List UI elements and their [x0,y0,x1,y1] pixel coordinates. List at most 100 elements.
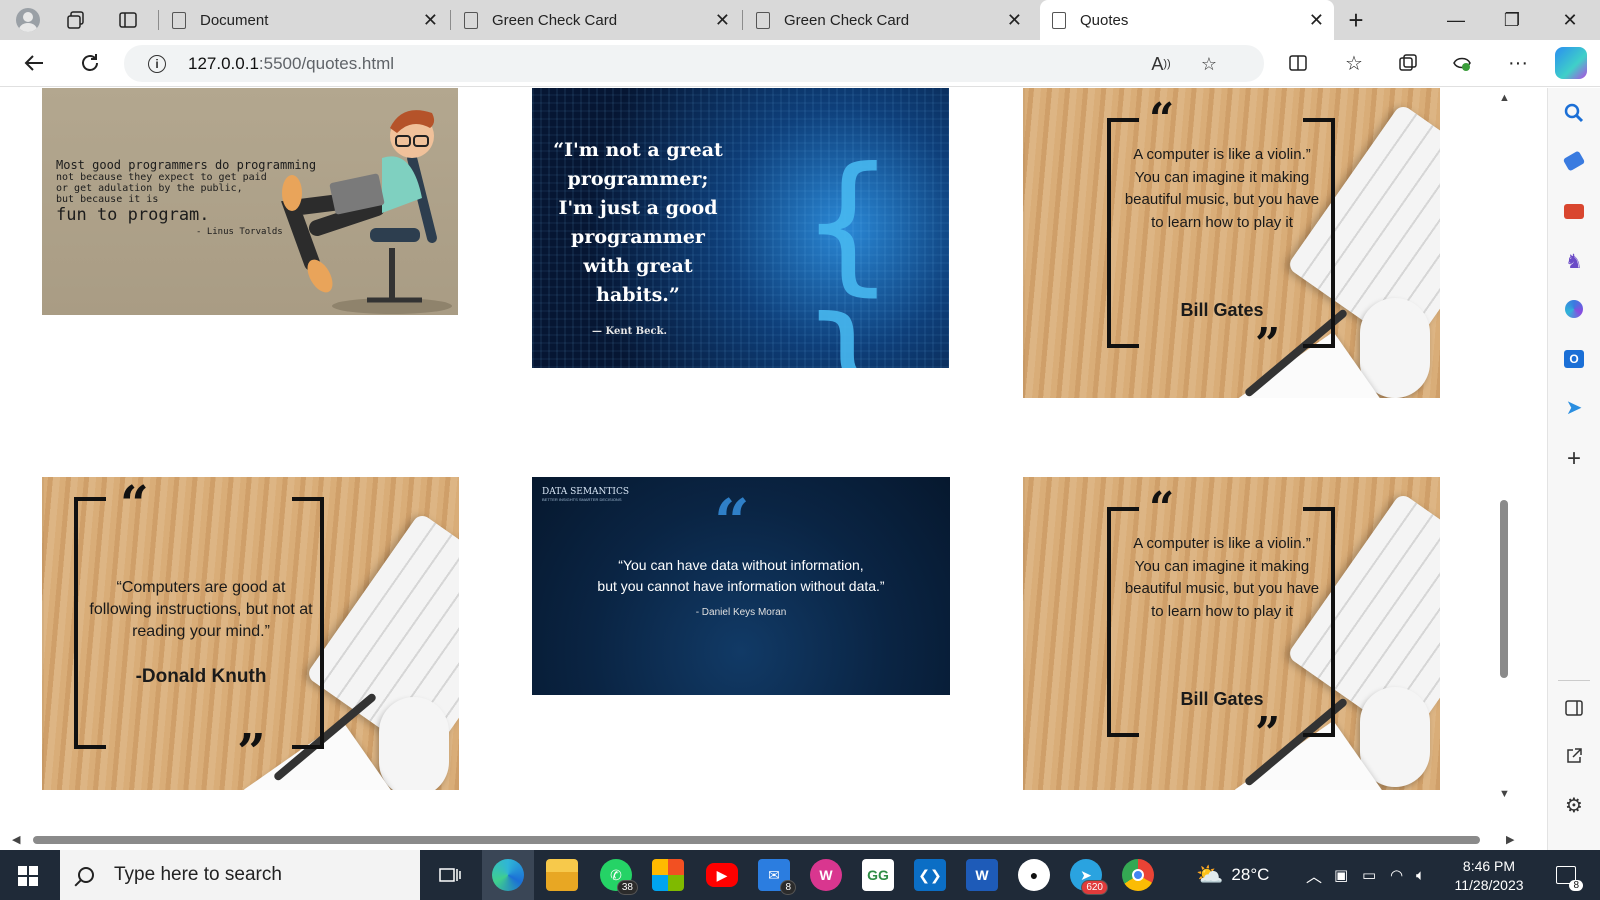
vertical-scroll-thumb[interactable] [1500,500,1508,678]
horizontal-scrollbar[interactable]: ◀ ▶ [0,830,1530,850]
add-sidebar-app-icon[interactable]: + [1559,444,1589,474]
workspaces-icon[interactable] [56,0,96,40]
shopping-tag-icon[interactable] [1559,146,1589,176]
clock[interactable]: 8:46 PM 11/28/2023 [1450,850,1528,900]
tab-label: Green Check Card [492,11,618,29]
games-chess-icon[interactable]: ♞ [1559,246,1589,276]
sidebar-settings-gear-icon[interactable]: ⚙ [1559,790,1589,820]
tab-label: Quotes [1080,11,1129,29]
url-host: 127.0.0.1 [188,53,259,73]
clock-time: 8:46 PM [1462,857,1516,874]
scroll-down-arrow-icon[interactable]: ▼ [1499,788,1510,800]
search-placeholder: Type here to search [114,864,282,885]
youtube-icon[interactable]: ▶ [706,863,738,887]
page-icon [464,11,478,29]
task-view-icon[interactable] [434,859,466,891]
refresh-button[interactable] [72,46,108,80]
microsoft-store-icon[interactable] [652,859,684,891]
quote-text: A computer is like a violin.” You can im… [1124,146,1320,231]
favorites-icon[interactable]: ☆ [1336,46,1372,80]
temperature-text: 28°C [1231,865,1270,884]
copilot-icon[interactable] [1555,47,1587,79]
windows-taskbar: Type here to search ✆ 38 ▶ ✉ 8 W GG ❮❯ W ●… [0,850,1600,900]
vscode-icon[interactable]: ❮❯ [914,859,946,891]
favorite-star-icon[interactable]: ☆ [1194,49,1224,79]
collections-icon[interactable] [1390,46,1426,80]
battery-icon[interactable]: ▭ [1362,850,1376,900]
tools-briefcase-icon[interactable] [1559,196,1589,226]
browser-essentials-icon[interactable] [1444,46,1480,80]
url-path: :5500/quotes.html [258,53,395,73]
telegram-icon[interactable]: ➤ 620 [1070,859,1108,895]
horizontal-scroll-thumb[interactable] [33,836,1480,844]
title-bar: Document ✕ Green Check Card ✕ Green Chec… [0,0,1600,40]
scroll-up-arrow-icon[interactable]: ▲ [1499,92,1510,104]
edge-browser-icon[interactable] [492,859,524,891]
microsoft-365-icon[interactable] [1559,294,1589,324]
whatsapp-icon[interactable]: ✆ 38 [600,859,638,895]
close-tab-icon[interactable]: ✕ [1309,10,1324,31]
search-icon[interactable] [1559,98,1589,128]
page-icon [172,11,186,29]
wifi-icon[interactable]: ◠ [1390,850,1403,900]
vertical-scrollbar[interactable]: ▲ ▼ [1495,88,1513,810]
navigation-bar: i 127.0.0.1:5500/quotes.html A)) ☆ ☆ ··· [0,40,1600,87]
taskbar-search-box[interactable]: Type here to search [60,850,420,900]
word-icon[interactable]: W [966,859,998,891]
tab-actions-icon[interactable] [108,0,148,40]
tab-label: Document [200,11,269,29]
chrome-icon[interactable] [1122,859,1154,891]
tab-green-check-card-1[interactable]: Green Check Card ✕ [452,0,740,40]
tab-quotes[interactable]: Quotes ✕ [1040,0,1334,40]
weather-partly-cloudy-icon: ⛅ [1196,862,1224,887]
new-tab-button[interactable]: + [1336,0,1376,40]
windows-start-icon[interactable] [18,866,38,886]
mail-icon[interactable]: ✉ 8 [758,859,796,895]
address-bar[interactable]: i 127.0.0.1:5500/quotes.html A)) ☆ [124,45,1264,82]
volume-icon[interactable]: 🔈︎ [1416,850,1425,900]
scroll-right-arrow-icon[interactable]: ▶ [1506,833,1514,846]
tab-green-check-card-2[interactable]: Green Check Card ✕ [744,0,1032,40]
page-viewport: Most good programmers do programming not… [0,88,1530,830]
show-hidden-icons-chevron-icon[interactable]: ︿ [1306,850,1322,900]
drop-send-icon[interactable]: ➤ [1559,392,1589,422]
weather-widget[interactable]: ⛅ 28°C [1196,850,1269,900]
notification-center-icon[interactable]: 8 [1548,850,1584,900]
settings-more-icon[interactable]: ··· [1500,46,1536,80]
hide-sidebar-icon[interactable] [1559,693,1589,723]
geeksforgeeks-icon[interactable]: GG [862,859,894,891]
quote-text: “I'm not a great programmer; I'm just a … [553,139,723,306]
wps-office-icon[interactable]: W [810,859,842,891]
brand-label: DATA SEMANTICS [542,487,630,497]
scroll-left-arrow-icon[interactable]: ◀ [12,833,20,846]
close-window-button[interactable]: ✕ [1542,0,1598,40]
close-tab-icon[interactable]: ✕ [715,10,730,31]
quote-image-kent-beck: { } “I'm not a great programmer; I'm jus… [532,88,949,368]
quote-image-daniel-keys-moran: DATA SEMANTICS BETTER INSIGHTS SMARTER D… [532,477,950,695]
minimize-button[interactable]: — [1428,0,1484,40]
file-explorer-icon[interactable] [546,859,578,891]
quote-text: “Computers are good at following instruc… [89,579,313,640]
quote-text: A computer is like a violin.” You can im… [1124,535,1320,620]
read-aloud-icon[interactable]: A)) [1146,49,1176,79]
restore-button[interactable]: ❐ [1484,0,1540,40]
tab-document[interactable]: Document ✕ [160,0,448,40]
quote-author: -Donald Knuth [135,666,267,687]
outlook-icon[interactable]: O [1559,344,1589,374]
quote-author: - Daniel Keys Moran [695,607,787,618]
profile-button[interactable] [8,0,48,40]
url-text[interactable]: 127.0.0.1:5500/quotes.html [188,54,394,74]
quote-text-line-1: “You can have data without information, [618,557,864,573]
quote-author: Bill Gates [1180,300,1264,320]
open-external-icon[interactable] [1559,741,1589,771]
back-button[interactable] [16,46,52,80]
github-icon[interactable]: ● [1018,859,1050,891]
close-tab-icon[interactable]: ✕ [423,10,438,31]
curly-braces-graphic: { } [800,136,896,368]
close-tab-icon[interactable]: ✕ [1007,10,1022,31]
meet-now-icon[interactable]: ▣ [1334,850,1348,900]
page-icon [756,11,770,29]
telegram-badge: 620 [1081,880,1108,895]
site-info-icon[interactable]: i [148,54,166,73]
split-screen-icon[interactable] [1280,46,1316,80]
